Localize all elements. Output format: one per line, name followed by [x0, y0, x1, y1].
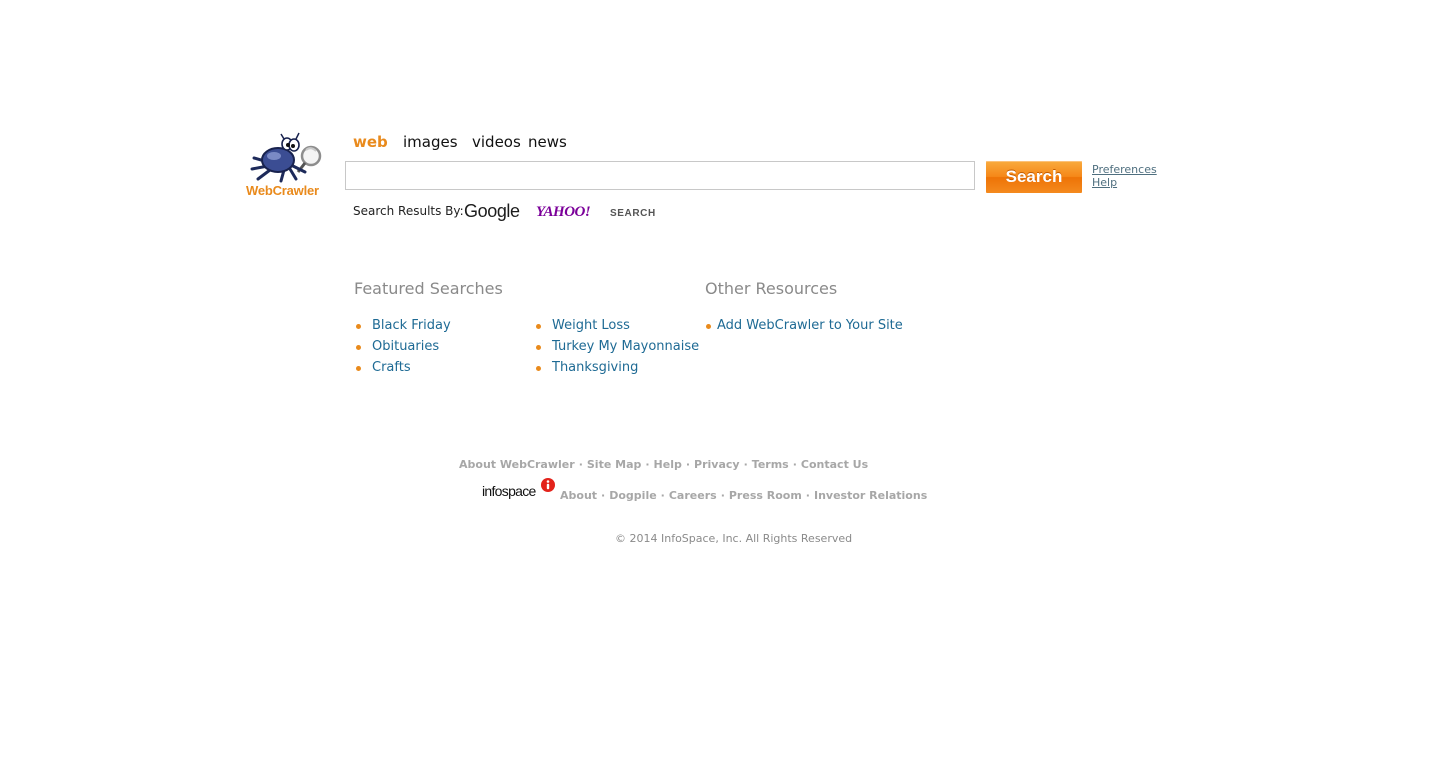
infospace-logo[interactable]: infospace [482, 477, 558, 501]
side-links: Preferences Help [1092, 163, 1157, 189]
footer-terms[interactable]: Terms [752, 458, 789, 471]
footer-separator: · [743, 458, 748, 471]
bullet-icon [536, 345, 541, 350]
featured-link[interactable]: Black Friday [372, 318, 451, 333]
footer-dogpile[interactable]: Dogpile [609, 489, 656, 502]
tab-news[interactable]: news [528, 133, 567, 151]
footer-separator: · [792, 458, 797, 471]
footer-help[interactable]: Help [654, 458, 682, 471]
results-by-label: Search Results By: [353, 204, 464, 218]
footer-investor-relations[interactable]: Investor Relations [814, 489, 927, 502]
bullet-icon [356, 324, 361, 329]
footer-careers[interactable]: Careers [669, 489, 717, 502]
infospace-wordmark: infospace [482, 483, 536, 499]
featured-link[interactable]: Thanksgiving [552, 360, 638, 375]
google-logo: Google [464, 201, 520, 221]
footer-contact-us[interactable]: Contact Us [801, 458, 868, 471]
footer-about[interactable]: About [560, 489, 597, 502]
other-resources-title: Other Resources [705, 279, 838, 298]
help-link[interactable]: Help [1092, 176, 1157, 189]
search-button[interactable]: Search [986, 161, 1082, 193]
featured-link[interactable]: Obituaries [372, 339, 439, 354]
tab-images[interactable]: images [403, 133, 458, 151]
bullet-icon [356, 366, 361, 371]
tab-videos[interactable]: videos [472, 133, 521, 151]
bullet-icon [706, 324, 711, 329]
tab-web[interactable]: web [353, 133, 388, 151]
yahoo-logo: YAHOO! [536, 204, 591, 220]
preferences-link[interactable]: Preferences [1092, 163, 1157, 176]
footer-site-map[interactable]: Site Map [587, 458, 641, 471]
featured-link[interactable]: Turkey My Mayonnaise [552, 339, 699, 354]
bullet-icon [536, 324, 541, 329]
featured-link[interactable]: Weight Loss [552, 318, 630, 333]
footer-separator: · [685, 458, 691, 471]
copyright-text: © 2014 InfoSpace, Inc. All Rights Reserv… [615, 532, 853, 545]
bullet-icon [536, 366, 541, 371]
footer-separator: · [601, 489, 606, 502]
featured-searches-title: Featured Searches [354, 279, 503, 298]
webcrawler-logo[interactable]: WebCrawler [244, 132, 326, 200]
logo-wordmark: WebCrawler [246, 183, 319, 198]
footer-separator: · [578, 458, 583, 471]
add-webcrawler-link[interactable]: Add WebCrawler to Your Site [717, 318, 903, 333]
footer-links-infospace: About · Dogpile · Careers · Press Room · Investo… [560, 489, 927, 502]
footer-separator: · [805, 489, 810, 502]
footer-links-primary: About WebCrawler · Site Map · Help · Privacy · T… [459, 458, 868, 471]
search-input[interactable] [345, 161, 975, 190]
footer-privacy[interactable]: Privacy [694, 458, 740, 471]
footer-about-webcrawler[interactable]: About WebCrawler [459, 458, 575, 471]
infospace-logo-icon [541, 478, 555, 492]
footer-separator: · [720, 489, 725, 502]
bullet-icon [356, 345, 361, 350]
footer-separator: · [645, 458, 650, 471]
footer-press-room[interactable]: Press Room [729, 489, 802, 502]
featured-link[interactable]: Crafts [372, 360, 411, 375]
yahoo-search-label: SEARCH [610, 208, 656, 219]
footer-separator: · [660, 489, 665, 502]
spider-mascot-icon [250, 132, 322, 183]
